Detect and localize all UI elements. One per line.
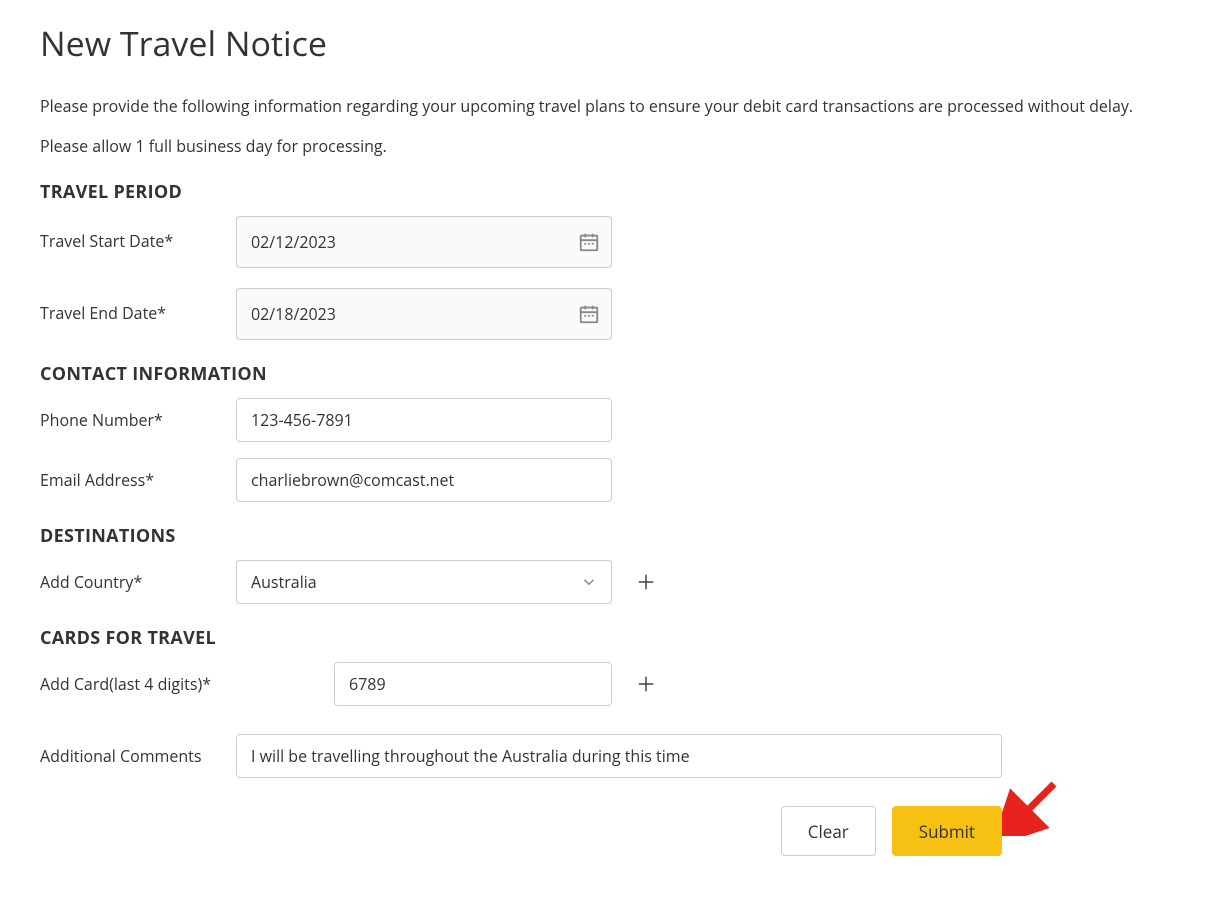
comments-label: Additional Comments [40, 745, 236, 767]
intro-text-1: Please provide the following information… [40, 94, 1165, 118]
intro-text-2: Please allow 1 full business day for pro… [40, 134, 1165, 158]
email-label: Email Address* [40, 469, 236, 491]
destinations-heading: DESTINATIONS [40, 524, 1165, 548]
country-label: Add Country* [40, 571, 236, 593]
phone-input[interactable] [236, 398, 612, 442]
end-date-input[interactable] [236, 288, 612, 340]
cards-heading: CARDS FOR TRAVEL [40, 626, 1165, 650]
card-input[interactable] [334, 662, 612, 706]
country-select[interactable]: Australia [236, 560, 612, 604]
arrow-annotation-icon [1002, 776, 1062, 836]
page-title: New Travel Notice [40, 20, 1165, 66]
clear-button[interactable]: Clear [781, 806, 876, 856]
start-date-label: Travel Start Date* [40, 216, 236, 252]
comments-input[interactable] [236, 734, 1002, 778]
card-label: Add Card(last 4 digits)* [40, 673, 334, 695]
phone-label: Phone Number* [40, 409, 236, 431]
email-input[interactable] [236, 458, 612, 502]
submit-button[interactable]: Submit [892, 806, 1002, 856]
contact-heading: CONTACT INFORMATION [40, 362, 1165, 386]
add-card-button[interactable] [632, 670, 660, 698]
end-date-label: Travel End Date* [40, 288, 236, 324]
start-date-input[interactable] [236, 216, 612, 268]
travel-period-heading: TRAVEL PERIOD [40, 180, 1165, 204]
add-country-button[interactable] [632, 568, 660, 596]
